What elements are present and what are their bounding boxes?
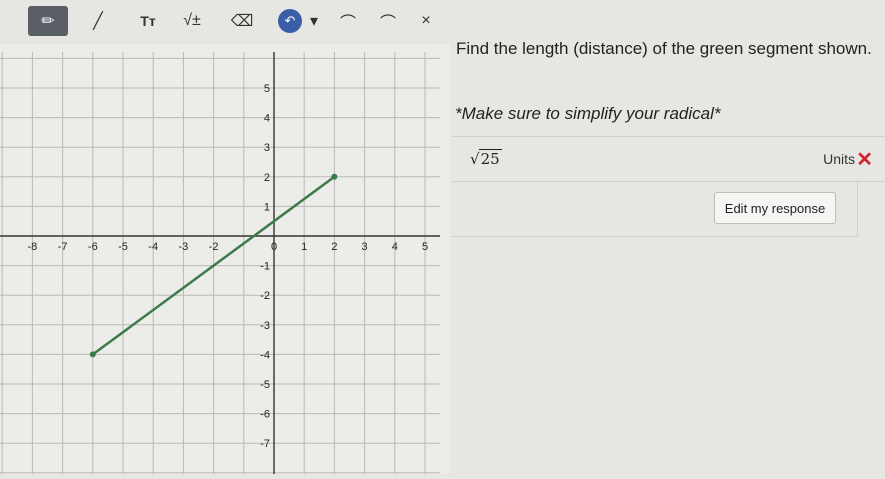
line-tool[interactable]: ╱ [78,6,118,36]
x-tick-label: -7 [58,241,68,253]
y-tick-label: -5 [260,379,270,391]
text-icon: Tт [140,13,156,29]
text-tool[interactable]: Tт [128,6,168,36]
undo-icon: ⌒ [339,15,356,32]
x-tick-label: 3 [362,241,368,253]
sqrt-icon: √± [183,12,201,29]
x-tick-label: 5 [422,241,428,253]
redo-tool[interactable]: ⌒ [368,6,408,36]
color-swatch-icon: ↶ [278,9,302,33]
x-tick-label: 0 [271,241,277,253]
x-tick-label: 2 [331,241,337,253]
eraser-icon: ⌫ [230,13,254,30]
math-tool[interactable]: √± [172,6,212,36]
dropdown-toggle[interactable]: ▾ [300,6,328,36]
y-tick-label: 3 [264,142,270,154]
line-icon: ╱ [93,13,103,30]
x-tick-label: 4 [392,241,398,253]
x-tick-label: -4 [148,241,158,253]
y-tick-label: -3 [260,320,270,332]
x-tick-label: -6 [88,241,98,253]
chevron-down-icon: ▾ [309,13,319,30]
x-tick-label: 1 [301,241,307,253]
segment-endpoint-end [331,173,338,180]
pencil-tool[interactable]: ✏ [28,6,68,36]
question-text: Find the length (distance) of the green … [456,39,872,58]
y-tick-label: 4 [264,113,270,125]
coordinate-graph[interactable]: -8 -7 -6 -5 -4 -3 -2 0 1 2 3 4 5 5 4 3 2 1 -1 -2 -3 -4 -5 -6 -7 [0,44,450,474]
units-label: Units [823,151,855,167]
graph-svg[interactable]: -8 -7 -6 -5 -4 -3 -2 0 1 2 3 4 5 5 4 3 2 1 -1 -2 -3 -4 -5 -6 -7 [0,44,450,474]
incorrect-x-icon: ✕ [856,149,873,171]
y-tick-label: -2 [260,290,270,302]
y-tick-label: -4 [260,349,270,361]
drawing-toolbar: ✏ ╱ Tт √± ⌫ ↶ ▾ ⌒ ⌒ × [0,0,450,42]
edit-response-button[interactable]: Edit my response [714,192,836,224]
y-tick-label: 5 [264,83,270,95]
x-tick-label: -2 [209,241,219,253]
y-tick-label: -6 [260,409,270,421]
radical-note: *Make sure to simplify your radical* [455,104,721,123]
graph-background [0,44,450,474]
y-tick-label: -1 [260,261,270,273]
redo-icon: ⌒ [379,15,396,32]
y-tick-label: -7 [260,438,270,450]
radicand: 25 [478,149,502,168]
x-tick-label: -8 [28,241,38,253]
close-tool[interactable]: × [406,6,446,36]
x-tick-label: -5 [118,241,128,253]
pencil-icon: ✏ [41,13,55,30]
eraser-tool[interactable]: ⌫ [222,6,262,36]
close-icon: × [421,12,431,29]
undo-tool[interactable]: ⌒ [328,6,368,36]
segment-endpoint-start [89,351,96,358]
answer-box[interactable]: √25 Units ✕ [452,136,885,182]
y-tick-label: 1 [264,201,270,213]
x-tick-label: -3 [179,241,189,253]
answer-value: √25 [470,149,502,168]
y-tick-label: 2 [264,172,270,184]
